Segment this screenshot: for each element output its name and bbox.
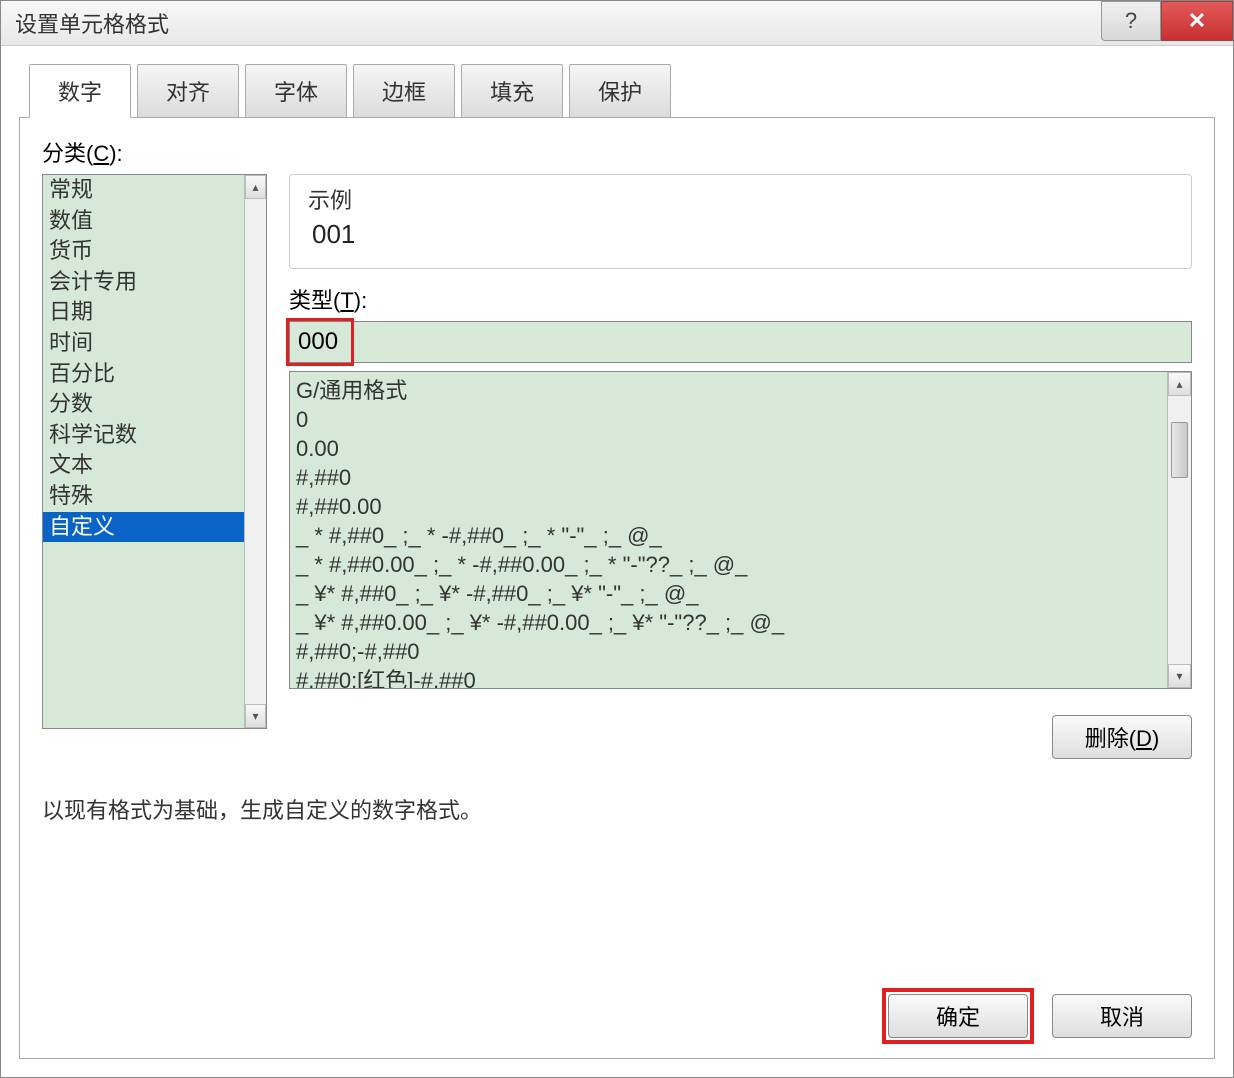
- format-item[interactable]: #,##0;[红色]-#,##0: [296, 666, 1161, 688]
- tab-1[interactable]: 对齐: [137, 64, 239, 118]
- category-item[interactable]: 日期: [43, 297, 244, 328]
- delete-button[interactable]: 删除(D): [1052, 715, 1192, 759]
- content-row: 常规数值货币会计专用日期时间百分比分数科学记数文本特殊自定义 ▴ ▾ 示例 00…: [42, 174, 1192, 759]
- titlebar: 设置单元格格式 ? ✕: [1, 1, 1233, 46]
- category-item[interactable]: 文本: [43, 450, 244, 481]
- category-item[interactable]: 百分比: [43, 359, 244, 390]
- type-input[interactable]: [289, 321, 1192, 363]
- sample-box: 示例 001: [289, 174, 1192, 269]
- category-item[interactable]: 数值: [43, 206, 244, 237]
- scroll-up-icon[interactable]: ▴: [245, 175, 266, 199]
- format-item[interactable]: #,##0;-#,##0: [296, 637, 1161, 666]
- category-item[interactable]: 会计专用: [43, 267, 244, 298]
- category-item[interactable]: 时间: [43, 328, 244, 359]
- format-item[interactable]: #,##0.00: [296, 492, 1161, 521]
- hint-text: 以现有格式为基础，生成自定义的数字格式。: [42, 793, 1192, 825]
- type-label-key: T: [340, 288, 353, 313]
- type-label: 类型(T):: [289, 283, 1192, 315]
- category-label: 分类(C):: [42, 136, 1192, 168]
- ok-button[interactable]: 确定: [888, 994, 1028, 1038]
- dialog-body: 数字对齐字体边框填充保护 分类(C): 常规数值货币会计专用日期时间百分比分数科…: [1, 46, 1233, 1077]
- tab-4[interactable]: 填充: [461, 64, 563, 118]
- format-item[interactable]: #,##0: [296, 463, 1161, 492]
- type-label-suffix: ):: [354, 288, 367, 313]
- tab-3[interactable]: 边框: [353, 64, 455, 118]
- titlebar-buttons: ? ✕: [1101, 1, 1233, 41]
- category-label-prefix: 分类(: [42, 141, 93, 166]
- right-column: 示例 001 类型(T): G/通用格式00.00#,##0#,##0.00_ …: [289, 174, 1192, 759]
- titlebar-title: 设置单元格格式: [15, 7, 169, 39]
- category-list-inner: 常规数值货币会计专用日期时间百分比分数科学记数文本特殊自定义: [43, 175, 244, 728]
- format-item[interactable]: _ * #,##0.00_ ;_ * -#,##0.00_ ;_ * "-"??…: [296, 550, 1161, 579]
- ok-wrap: 确定: [888, 994, 1028, 1038]
- scroll-down-icon[interactable]: ▾: [1168, 664, 1191, 688]
- format-item[interactable]: 0: [296, 405, 1161, 434]
- category-item[interactable]: 分数: [43, 389, 244, 420]
- tab-panel-number: 分类(C): 常规数值货币会计专用日期时间百分比分数科学记数文本特殊自定义 ▴ …: [19, 117, 1215, 1059]
- help-button[interactable]: ?: [1101, 1, 1161, 41]
- type-input-wrap: [289, 321, 1192, 363]
- format-item[interactable]: G/通用格式: [296, 376, 1161, 405]
- delete-row: 删除(D): [289, 715, 1192, 759]
- tab-2[interactable]: 字体: [245, 64, 347, 118]
- format-item[interactable]: _ ¥* #,##0.00_ ;_ ¥* -#,##0.00_ ;_ ¥* "-…: [296, 608, 1161, 637]
- category-item[interactable]: 特殊: [43, 481, 244, 512]
- category-label-key: C: [93, 141, 109, 166]
- category-listbox[interactable]: 常规数值货币会计专用日期时间百分比分数科学记数文本特殊自定义 ▴ ▾: [42, 174, 267, 729]
- format-listbox[interactable]: G/通用格式00.00#,##0#,##0.00_ * #,##0_ ;_ * …: [289, 371, 1192, 689]
- sample-value: 001: [308, 219, 1173, 250]
- format-scrollbar[interactable]: ▴ ▾: [1167, 372, 1191, 688]
- footer-buttons: 确定 取消: [888, 994, 1192, 1038]
- format-cells-dialog: 设置单元格格式 ? ✕ 数字对齐字体边框填充保护 分类(C): 常规数值货币会计…: [0, 0, 1234, 1078]
- tab-strip: 数字对齐字体边框填充保护: [19, 64, 1215, 118]
- category-item[interactable]: 货币: [43, 236, 244, 267]
- format-item[interactable]: _ * #,##0_ ;_ * -#,##0_ ;_ * "-"_ ;_ @_: [296, 521, 1161, 550]
- category-item[interactable]: 科学记数: [43, 420, 244, 451]
- scroll-thumb[interactable]: [1171, 422, 1188, 478]
- type-label-prefix: 类型(: [289, 288, 340, 313]
- tab-5[interactable]: 保护: [569, 64, 671, 118]
- format-item[interactable]: _ ¥* #,##0_ ;_ ¥* -#,##0_ ;_ ¥* "-"_ ;_ …: [296, 579, 1161, 608]
- category-scrollbar[interactable]: ▴ ▾: [244, 175, 266, 728]
- scroll-up-icon[interactable]: ▴: [1168, 372, 1191, 396]
- scroll-down-icon[interactable]: ▾: [245, 704, 266, 728]
- sample-label: 示例: [308, 183, 1173, 215]
- category-item[interactable]: 常规: [43, 175, 244, 206]
- close-button[interactable]: ✕: [1161, 1, 1233, 41]
- cancel-button[interactable]: 取消: [1052, 994, 1192, 1038]
- tab-0[interactable]: 数字: [29, 64, 131, 118]
- format-item[interactable]: 0.00: [296, 434, 1161, 463]
- format-list-inner: G/通用格式00.00#,##0#,##0.00_ * #,##0_ ;_ * …: [290, 372, 1167, 688]
- category-label-suffix: ):: [109, 141, 122, 166]
- category-item[interactable]: 自定义: [43, 512, 244, 543]
